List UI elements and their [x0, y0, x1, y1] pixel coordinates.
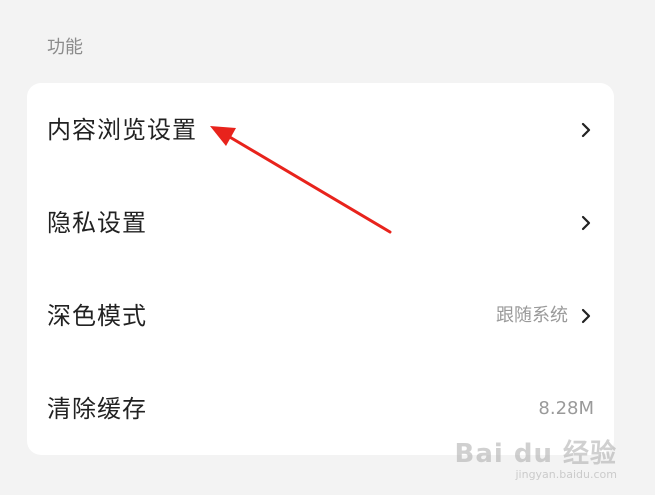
chevron-right-icon — [581, 122, 591, 137]
watermark: Bai du 经验 jingyan.baidu.com — [455, 433, 618, 481]
chevron-right-icon — [581, 308, 591, 323]
section-title: 功能 — [47, 37, 83, 58]
settings-card: 内容浏览设置 隐私设置 深色模式 跟随系统 清除缓存 8.28M — [27, 83, 614, 455]
watermark-logo: Bai du 经验 — [454, 439, 617, 469]
row-content-browsing-settings[interactable]: 内容浏览设置 — [27, 83, 614, 176]
row-dark-mode[interactable]: 深色模式 跟随系统 — [27, 269, 614, 362]
row-label: 隐私设置 — [47, 208, 147, 237]
row-label: 深色模式 — [47, 301, 147, 330]
row-label: 清除缓存 — [47, 394, 147, 423]
chevron-right-icon — [581, 215, 591, 230]
row-privacy-settings[interactable]: 隐私设置 — [27, 176, 614, 269]
row-value: 跟随系统 — [496, 304, 568, 326]
row-label: 内容浏览设置 — [47, 115, 197, 144]
row-value: 8.28M — [538, 397, 594, 419]
